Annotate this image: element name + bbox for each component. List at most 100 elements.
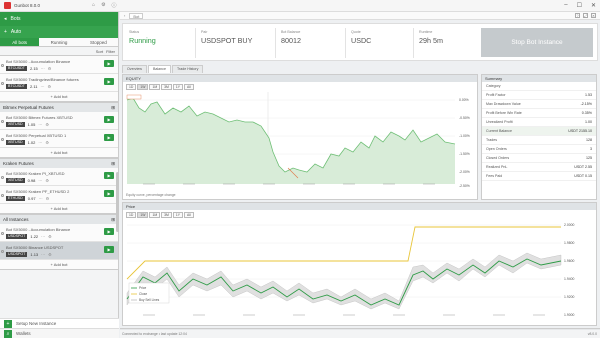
add-bot-button[interactable]: + Add bot	[0, 148, 118, 158]
bot-select-radio[interactable]	[1, 120, 4, 123]
start-bot-button[interactable]: ▶	[104, 246, 114, 253]
price-ytick: 1.9600	[564, 259, 574, 263]
price-panel: Price 1D 1W 1M 3M 1Y All 2.0000 1.9800 1…	[122, 202, 597, 326]
bot-list-item[interactable]: Bot SX5000 Bitmex Futures XBTUSD XBTUSD …	[0, 112, 118, 130]
start-bot-button[interactable]: ▶	[104, 116, 114, 123]
more-icon[interactable]: ⋯	[41, 252, 45, 257]
add-bot-button[interactable]: + Add bot	[0, 260, 118, 270]
tf-all[interactable]: All	[184, 212, 194, 218]
subtab-balance[interactable]: Balance	[147, 65, 171, 73]
tab-all-bots[interactable]: All bots	[0, 38, 40, 46]
start-bot-button[interactable]: ▶	[104, 190, 114, 197]
group-menu-icon[interactable]: ⊞	[111, 161, 115, 167]
divider	[195, 28, 196, 58]
bot-select-radio[interactable]	[1, 138, 4, 141]
tf-all[interactable]: All	[184, 84, 194, 90]
plus-icon[interactable]: +	[4, 29, 7, 35]
stop-instance-button[interactable]: Stop Bot Instance	[481, 28, 593, 57]
tf-1w[interactable]: 1W	[137, 84, 149, 90]
bot-list-item[interactable]: Bot SX5000 - Accumulation Binance BTCUSD…	[0, 56, 118, 74]
tf-1y[interactable]: 1Y	[172, 212, 184, 218]
sort-action[interactable]: Sort	[96, 49, 103, 54]
bot-list-item[interactable]: Bot SX5000 - Accumulation Binance USDSPO…	[0, 224, 118, 242]
add-bot-button[interactable]: + Add bot	[0, 204, 118, 214]
summary-key: Current Balance	[486, 129, 512, 133]
expand-icon[interactable]: ⤢	[583, 13, 588, 18]
bot-list-item[interactable]: Bot SX5000 Tradingview/Binance futures B…	[0, 74, 118, 92]
bot-list-item[interactable]: Bot SX5000 Perpetual XBTUSD 1 XBTUSD 1.0…	[0, 130, 118, 148]
more-icon[interactable]: ⋯	[40, 84, 44, 89]
start-bot-button[interactable]: ▶	[104, 172, 114, 179]
tab-stopped[interactable]: Stopped	[79, 38, 118, 46]
bot-list-item[interactable]: Bot SX5000 Binance USDSPOT USDSPOT 1.13 …	[0, 242, 118, 260]
bot-list-item[interactable]: Bot SX5000 Kraken PF_ETHUSD 2 ETHUSD 0.9…	[0, 186, 118, 204]
start-bot-button[interactable]: ▶	[104, 60, 114, 67]
close-icon[interactable]: ✕	[591, 2, 596, 9]
bot-pair-badge: USDSPOT	[6, 252, 28, 257]
bell-icon[interactable]: ⌂	[92, 2, 95, 9]
help-icon[interactable]: ?	[575, 13, 580, 18]
bot-value: 0.98	[27, 178, 36, 183]
tf-1y[interactable]: 1Y	[172, 84, 184, 90]
tf-1d[interactable]: 1D	[126, 84, 137, 90]
group-menu-icon[interactable]: ⊞	[111, 217, 115, 223]
more-icon[interactable]: ⋯	[38, 178, 42, 183]
sidebar-subheader[interactable]: + Auto	[0, 26, 118, 38]
more-icon[interactable]: ⋯	[41, 66, 45, 71]
more-icon[interactable]: ⋯	[41, 234, 45, 239]
info-icon[interactable]: ⓘ	[112, 2, 117, 9]
subtab-trade-history[interactable]: Trade History	[171, 65, 204, 73]
more-icon[interactable]: ⋯	[39, 196, 43, 201]
bot-select-radio[interactable]	[1, 194, 4, 197]
subtab-overview[interactable]: Overview	[122, 65, 147, 73]
bot-list-item[interactable]: Bot SX5000 Kraken PI_XBTUSD XBTUSD 0.98 …	[0, 168, 118, 186]
tab-running[interactable]: Running	[39, 38, 78, 46]
start-bot-button[interactable]: ▶	[104, 228, 114, 235]
bot-name: Bot SX5000 Tradingview/Binance futures	[6, 77, 79, 82]
maximize-icon[interactable]: ☐	[577, 2, 582, 9]
bot-select-radio[interactable]	[1, 64, 4, 67]
start-bot-button[interactable]: ▶	[104, 78, 114, 85]
bot-group-header[interactable]: Kraken Futures ⊞	[0, 159, 118, 168]
bot-select-radio[interactable]	[1, 176, 4, 179]
filter-action[interactable]: Filter	[106, 49, 115, 54]
settings-icon[interactable]: ⚙	[48, 234, 52, 239]
close-panel-icon[interactable]: ✕	[591, 13, 596, 18]
settings-icon[interactable]: ⚙	[46, 196, 50, 201]
tf-1w[interactable]: 1W	[137, 212, 149, 218]
tf-3m[interactable]: 3M	[161, 212, 172, 218]
group-menu-icon[interactable]: ⊞	[111, 105, 115, 111]
settings-icon[interactable]: ⚙	[48, 252, 52, 257]
stat-value: 80012	[281, 36, 301, 45]
more-icon[interactable]: ⋯	[38, 140, 42, 145]
app-logo-icon	[4, 2, 11, 9]
main-tabbar: ‹ Bot ? ⤢ ✕	[120, 12, 600, 20]
bot-select-radio[interactable]	[1, 82, 4, 85]
settings-icon[interactable]: ⚙	[45, 178, 49, 183]
collapse-icon[interactable]: ◂	[4, 16, 7, 22]
setup-instance-row[interactable]: + Setup New Instance	[0, 318, 119, 328]
sidebar-header[interactable]: ◂ Bots	[0, 12, 118, 26]
start-bot-button[interactable]: ▶	[104, 134, 114, 141]
add-bot-button[interactable]: + Add bot	[0, 92, 118, 102]
bot-select-radio[interactable]	[1, 232, 4, 235]
bot-select-radio[interactable]	[1, 250, 4, 253]
stat-quote: Quote USDC	[351, 30, 371, 45]
more-icon[interactable]: ⋯	[38, 122, 42, 127]
bot-group-header[interactable]: Bitmex Perpetual Futures ⊞	[0, 103, 118, 112]
tab-bot[interactable]: Bot	[129, 12, 144, 19]
tf-1m[interactable]: 1M	[149, 212, 161, 218]
settings-icon[interactable]: ⚙	[45, 140, 49, 145]
sidebar-scrollbar[interactable]	[116, 172, 119, 232]
settings-icon[interactable]: ⚙	[45, 122, 49, 127]
settings-icon[interactable]: ⚙	[101, 2, 105, 9]
tf-3m[interactable]: 3M	[161, 84, 172, 90]
tf-1d[interactable]: 1D	[126, 212, 137, 218]
arrow-left-icon[interactable]: ‹	[124, 13, 125, 18]
minimize-icon[interactable]: –	[564, 2, 567, 9]
settings-icon[interactable]: ⚙	[48, 66, 52, 71]
tf-1m[interactable]: 1M	[149, 84, 161, 90]
bot-group-header[interactable]: All Instances ⊞	[0, 215, 118, 224]
wallets-row[interactable]: ⌕ Wallets	[0, 328, 119, 338]
settings-icon[interactable]: ⚙	[47, 84, 51, 89]
